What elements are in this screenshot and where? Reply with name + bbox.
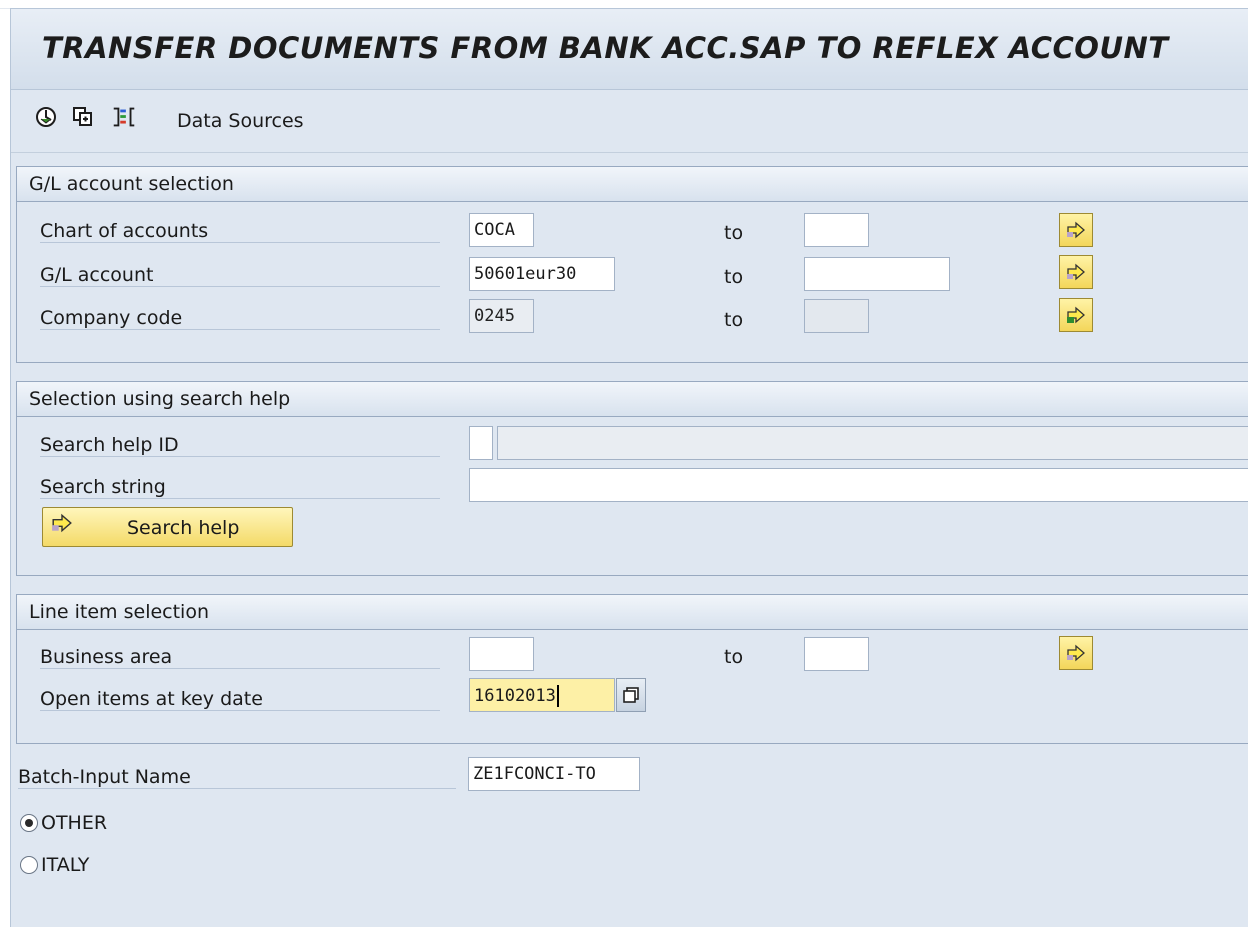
search-help-button-label: Search help [127,517,240,539]
radio-other-label[interactable]: OTHER [41,812,107,834]
gl-account-from-input[interactable]: 50601eur30 [469,257,615,291]
search-help-id-description [497,426,1248,460]
search-help-id-label: Search help ID [40,434,440,457]
calendar-icon [623,687,639,703]
selection-options-icon[interactable] [110,103,138,131]
radio-other[interactable] [20,814,38,832]
selection-screen: G/L account selection Chart of accounts … [11,153,1248,927]
group-title: Line item selection [29,601,209,623]
group-title: Selection using search help [29,388,291,410]
radio-italy[interactable] [20,856,38,874]
execute-icon[interactable] [32,103,60,131]
data-sources-button[interactable]: Data Sources [177,110,304,132]
company-code-to-input [804,299,869,333]
business-area-from-input[interactable] [469,637,534,671]
multiple-selection-active-button[interactable] [1059,298,1093,332]
search-help-group: Selection using search help Search help … [16,381,1248,576]
text-cursor [556,685,559,707]
page-title: TRANSFER DOCUMENTS FROM BANK ACC.SAP TO … [42,31,1169,65]
gl-account-selection-group: G/L account selection Chart of accounts … [16,166,1248,363]
title-bar: TRANSFER DOCUMENTS FROM BANK ACC.SAP TO … [11,9,1248,90]
key-date-input[interactable]: 16102013 [469,678,615,712]
search-help-id-input[interactable] [469,426,493,460]
to-label: to [724,222,744,244]
to-label: to [724,266,744,288]
gl-account-to-input[interactable] [804,257,950,291]
chart-of-accounts-label: Chart of accounts [40,220,440,243]
arrow-right-icon [1067,263,1085,281]
group-header: Selection using search help [17,382,1248,417]
chart-of-accounts-from-input[interactable]: COCA [469,213,534,247]
radio-italy-label[interactable]: ITALY [41,854,89,876]
copy-variant-icon[interactable] [69,103,97,131]
multiple-selection-button[interactable] [1059,636,1093,670]
arrow-right-icon [1067,644,1085,662]
group-header: Line item selection [17,595,1248,630]
search-string-label: Search string [40,476,440,499]
application-toolbar: Data Sources [11,90,1248,153]
group-header: G/L account selection [17,167,1248,202]
group-title: G/L account selection [29,173,234,195]
arrow-right-icon [1067,306,1085,324]
key-date-value: 16102013 [474,686,556,706]
business-area-to-input[interactable] [804,637,869,671]
to-label: to [724,309,744,331]
open-items-key-date-label: Open items at key date [40,688,440,711]
arrow-right-icon [52,513,72,533]
line-item-selection-group: Line item selection Business area to Ope… [16,594,1248,744]
batch-input-name-input[interactable]: ZE1FCONCI-TO [468,757,640,791]
business-area-label: Business area [40,646,440,669]
gl-account-label: G/L account [40,264,440,287]
multiple-selection-button[interactable] [1059,213,1093,247]
calendar-picker-button[interactable] [616,678,646,712]
company-code-from-input: 0245 [469,299,534,333]
search-help-button[interactable]: Search help [42,507,293,547]
to-label: to [724,646,744,668]
batch-input-name-label: Batch-Input Name [18,766,456,789]
multiple-selection-button[interactable] [1059,255,1093,289]
arrow-right-icon [1067,221,1085,239]
sap-screen: TRANSFER DOCUMENTS FROM BANK ACC.SAP TO … [10,8,1248,927]
search-string-input[interactable] [469,468,1248,502]
company-code-label: Company code [40,307,440,330]
radio-selected-dot [25,819,33,827]
chart-of-accounts-to-input[interactable] [804,213,869,247]
